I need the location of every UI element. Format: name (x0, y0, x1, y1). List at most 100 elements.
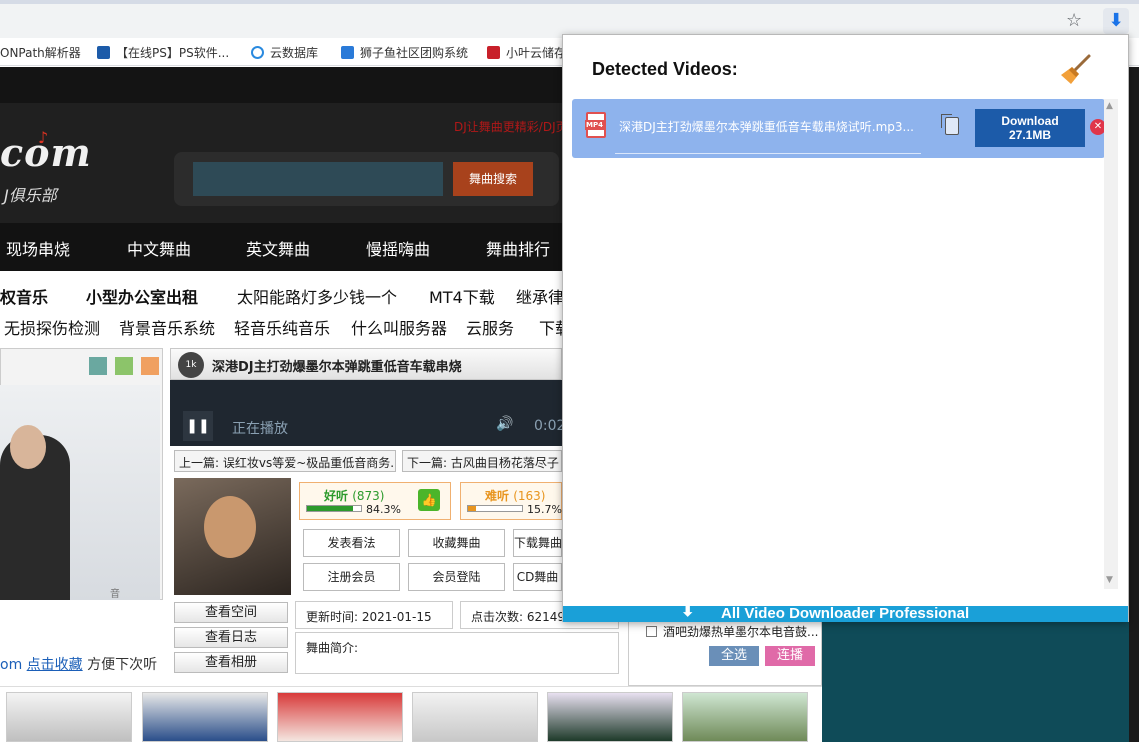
bookmark-label: ONPath解析器 (0, 46, 81, 60)
bookmark-hint-prefix: om (0, 657, 23, 673)
broom-clear-icon[interactable] (1059, 53, 1093, 87)
popup-title: Detected Videos: (592, 59, 738, 79)
bad-vote-box[interactable]: 难听 (163) 15.7% (460, 482, 562, 520)
bad-vote-label: 难听 (485, 489, 510, 503)
favorite-button[interactable]: 收藏舞曲 (408, 529, 505, 557)
download-button[interactable]: Download 27.1MB (975, 109, 1085, 147)
ad-tag[interactable]: 背景音乐系统 (119, 315, 215, 339)
bookmark-item[interactable]: 狮子鱼社区团购系统 (341, 44, 468, 61)
good-vote-percent: 84.3% (366, 503, 401, 516)
bad-vote-percent: 15.7% (527, 503, 562, 516)
video-downloader-popup: Detected Videos: MP4 深港DJ主打劲爆墨尔本弹跳重低音车载串… (562, 34, 1129, 622)
thumbnail[interactable] (142, 692, 268, 742)
bookmark-hint-suffix: 方便下次听 (87, 657, 158, 673)
nav-item[interactable]: 现场串烧 (6, 236, 70, 260)
video-file-name: 深港DJ主打劲爆墨尔本弹跳重低音车载串烧试听.mp3... (619, 120, 914, 134)
copy-icon[interactable] (941, 114, 959, 135)
cd-track-button[interactable]: CD舞曲 (513, 563, 562, 591)
thumbnail[interactable] (547, 692, 673, 742)
good-vote-box[interactable]: 好听 (873) 84.3% 👍 (299, 482, 451, 520)
thumbnail[interactable] (682, 692, 808, 742)
view-log-button[interactable]: 查看日志 (174, 627, 288, 648)
playback-time: 0:02 (534, 418, 566, 434)
scroll-down-arrow[interactable]: ▼ (1106, 575, 1113, 585)
extension-name: All Video Downloader Professional (721, 605, 970, 622)
bookmark-label: 【在线PS】PS软件... (116, 46, 230, 60)
theme-swatch[interactable] (141, 357, 159, 375)
good-vote-label: 好听 (324, 489, 349, 503)
ad-tag[interactable]: 云服务 (466, 315, 514, 339)
popup-scrollbar[interactable]: ▲ ▼ (1104, 99, 1118, 589)
bookmark-label: 云数据库 (270, 46, 319, 60)
search-input[interactable] (193, 162, 443, 196)
view-space-button[interactable]: 查看空间 (174, 602, 288, 623)
playlist-checkbox[interactable] (646, 626, 657, 637)
thumbnail[interactable] (6, 692, 132, 742)
nav-item[interactable]: 中文舞曲 (127, 236, 191, 260)
scroll-up-arrow[interactable]: ▲ (1106, 101, 1113, 111)
document-icon (341, 46, 354, 59)
site-icon (487, 46, 500, 59)
pause-button[interactable]: ❚❚ (183, 411, 213, 441)
detected-video-row[interactable]: MP4 深港DJ主打劲爆墨尔本弹跳重低音车载串烧试听.mp3... Downlo… (572, 99, 1106, 158)
ad-tag[interactable]: 小型办公室出租 (86, 284, 198, 308)
player-track-title: 深港DJ主打劲爆墨尔本弹跳重低音车载串烧 (212, 360, 462, 375)
prev-track-link[interactable]: 上一篇: 误红妆vs等爱~极品重低音商务... (174, 450, 396, 472)
bad-vote-count: (163) (513, 489, 546, 503)
playlist-item[interactable]: 酒吧劲爆热单墨尔本电音鼓... (646, 623, 818, 640)
ad-tag[interactable]: 什么叫服务器 (351, 315, 447, 339)
browser-toolbar: ☆ ⬇ (0, 0, 1139, 38)
ad-tag[interactable]: 轻音乐纯音乐 (234, 315, 330, 339)
search-button[interactable]: 舞曲搜索 (453, 162, 533, 196)
update-time: 更新时间: 2021-01-15 (295, 601, 453, 629)
nav-item[interactable]: 舞曲排行 (486, 236, 550, 260)
audio-player (170, 380, 562, 446)
ad-tag[interactable]: 太阳能路灯多少钱一个 (237, 284, 397, 308)
thumbs-up-icon[interactable]: 👍 (418, 489, 440, 511)
theme-swatch[interactable] (115, 357, 133, 375)
ad-tag[interactable]: 无损探伤检测 (4, 315, 100, 339)
select-all-button[interactable]: 全选 (709, 646, 759, 666)
playlist-item-label: 酒吧劲爆热单墨尔本电音鼓... (663, 625, 819, 639)
video-downloader-extension-icon[interactable]: ⬇ (1103, 8, 1129, 34)
ad-tag[interactable]: 继承律 (516, 284, 564, 308)
nav-item[interactable]: 英文舞曲 (246, 236, 310, 260)
bookmark-item[interactable]: 小叶云储存 (487, 44, 566, 61)
playback-status: 正在播放 (232, 421, 288, 437)
register-button[interactable]: 注册会员 (303, 563, 400, 591)
comment-button[interactable]: 发表看法 (303, 529, 400, 557)
ad-tag[interactable]: MT4下载 (429, 284, 495, 308)
track-intro: 舞曲简介: (295, 632, 619, 674)
download-track-button[interactable]: 下载舞曲 (513, 529, 562, 557)
bookmark-label: 狮子鱼社区团购系统 (360, 46, 469, 60)
download-label: Download (1001, 114, 1059, 128)
site-slogan: DJ让舞曲更精彩/DJ页 (454, 120, 568, 134)
popup-footer: ⬇ All Video Downloader Professional (563, 603, 1128, 622)
bookmark-item[interactable]: 【在线PS】PS软件... (97, 44, 229, 61)
thumbnail[interactable] (412, 692, 538, 742)
download-arrow-icon: ⬇ (681, 603, 695, 620)
download-size: 27.1MB (1008, 128, 1052, 142)
bookmark-item[interactable]: ONPath解析器 (0, 44, 81, 61)
volume-icon[interactable]: 🔊 (496, 416, 513, 432)
star-bookmark-icon[interactable]: ☆ (1066, 10, 1082, 31)
view-album-button[interactable]: 查看相册 (174, 652, 288, 673)
login-button[interactable]: 会员登陆 (408, 563, 505, 591)
good-vote-bar (306, 505, 362, 512)
track-intro-label: 舞曲简介: (306, 641, 359, 655)
ad-photo[interactable]: 音 (0, 385, 160, 600)
bad-vote-bar (467, 505, 523, 512)
site-logo-subtitle: J俱乐部 (4, 186, 57, 205)
bookmark-item[interactable]: 云数据库 (251, 44, 318, 61)
ad-tag[interactable]: 权音乐 (0, 284, 48, 308)
theme-swatch[interactable] (89, 357, 107, 375)
music-note-icon: ♪ (38, 128, 49, 147)
thumbnail[interactable] (277, 692, 403, 742)
good-vote-count: (873) (352, 489, 385, 503)
cloud-icon (251, 46, 264, 59)
nav-item[interactable]: 慢摇嗨曲 (366, 236, 430, 260)
player-logo-badge: 1k (178, 352, 204, 378)
next-track-link[interactable]: 下一篇: 古风曲目杨花落尽子 (402, 450, 562, 472)
play-all-button[interactable]: 连播 (765, 646, 815, 666)
add-bookmark-link[interactable]: 点击收藏 (27, 657, 83, 673)
